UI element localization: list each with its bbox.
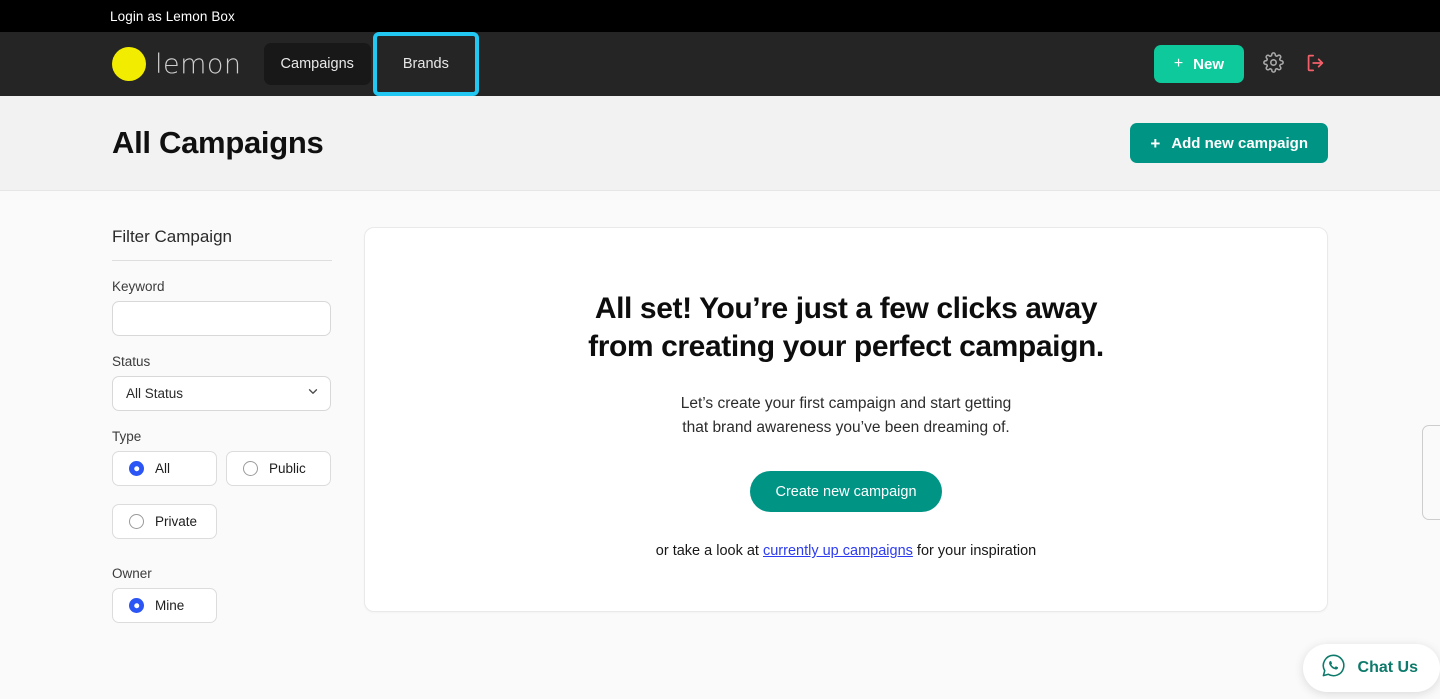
add-new-campaign-button[interactable]: + Add new campaign [1130,123,1328,163]
chat-us-label: Chat Us [1357,659,1418,676]
nav-tab-campaigns[interactable]: Campaigns [263,43,371,85]
empty-state-subtext: Let’s create your first campaign and sta… [681,392,1012,442]
empty-state-headline: All set! You’re just a few clicks away f… [588,290,1104,366]
subtext-line-1: Let’s create your first campaign and sta… [680,394,1012,412]
gear-icon [1262,52,1284,76]
new-button-label: New [1193,55,1224,73]
login-as-strip: Login as Lemon Box [0,0,1440,32]
type-label: Type [112,429,142,444]
empty-state-card: All set! You’re just a few clicks away f… [364,227,1328,612]
right-edge-panel-peek[interactable] [1422,425,1440,520]
page-title: All Campaigns [112,125,324,160]
status-field-group: Status All Status [112,354,332,411]
type-radio-all[interactable]: All [112,451,217,486]
type-radio-public[interactable]: Public [226,451,331,486]
keyword-label: Keyword [112,279,165,294]
subtext-line-2: that brand awareness you’ve been dreamin… [682,419,1010,437]
currently-up-campaigns-link[interactable]: currently up campaigns [763,543,913,559]
lemon-wordmark: lemon [155,48,242,80]
radio-icon-empty [243,461,258,476]
radio-icon-empty [129,514,144,529]
lemon-circle-icon [112,47,146,81]
plus-icon: + [1173,55,1184,72]
add-new-campaign-label: Add new campaign [1171,134,1308,152]
type-field-group: Type All Public Private [112,429,332,548]
type-radio-private-label: Private [155,514,198,529]
filter-sidebar: Filter Campaign Keyword Status All Statu… [112,227,332,698]
footer-prefix-text: or take a look at [655,543,763,560]
main-navbar: lemon Campaigns Brands + New [0,32,1440,96]
plus-icon: + [1150,133,1161,153]
create-new-campaign-button[interactable]: Create new campaign [750,471,942,513]
type-radio-all-label: All [155,461,171,476]
nav-tabs: Campaigns Brands [263,32,479,96]
status-select-wrap: All Status [112,376,331,411]
nav-tab-brands[interactable]: Brands [372,32,479,96]
status-label: Status [112,354,151,369]
chat-us-widget[interactable]: Chat Us [1302,644,1440,692]
radio-icon-selected [129,461,144,476]
status-selected-value: All Status [126,386,184,401]
keyword-input[interactable] [112,301,331,336]
type-radio-private[interactable]: Private [112,504,217,539]
owner-field-group: Owner Mine [112,566,332,632]
footer-suffix-text: for your inspiration [912,543,1037,560]
owner-radio-group: Mine [112,588,332,632]
owner-radio-mine-label: Mine [155,598,185,613]
page-header: All Campaigns + Add new campaign [0,96,1440,191]
empty-state-footer: or take a look at currently up campaigns… [656,543,1036,559]
keyword-field-group: Keyword [112,279,332,336]
navbar-actions: + New [1153,45,1328,83]
owner-label: Owner [112,566,152,581]
headline-line-1: All set! You’re just a few clicks away [594,292,1098,325]
type-radio-public-label: Public [269,461,306,476]
headline-line-2: from creating your perfect campaign. [588,329,1104,363]
filter-panel-title: Filter Campaign [112,227,332,261]
whatsapp-icon [1321,653,1346,683]
logout-icon [1304,52,1326,77]
settings-button[interactable] [1260,51,1286,77]
login-as-text: Login as Lemon Box [110,8,235,24]
type-radio-group: All Public Private [112,451,332,548]
status-select[interactable]: All Status [112,376,331,411]
lemon-logo[interactable]: lemon [112,47,242,81]
new-button[interactable]: + New [1153,45,1244,83]
page-body: Filter Campaign Keyword Status All Statu… [0,191,1440,698]
logout-button[interactable] [1302,51,1328,77]
owner-radio-mine[interactable]: Mine [112,588,217,623]
radio-icon-selected [129,598,144,613]
